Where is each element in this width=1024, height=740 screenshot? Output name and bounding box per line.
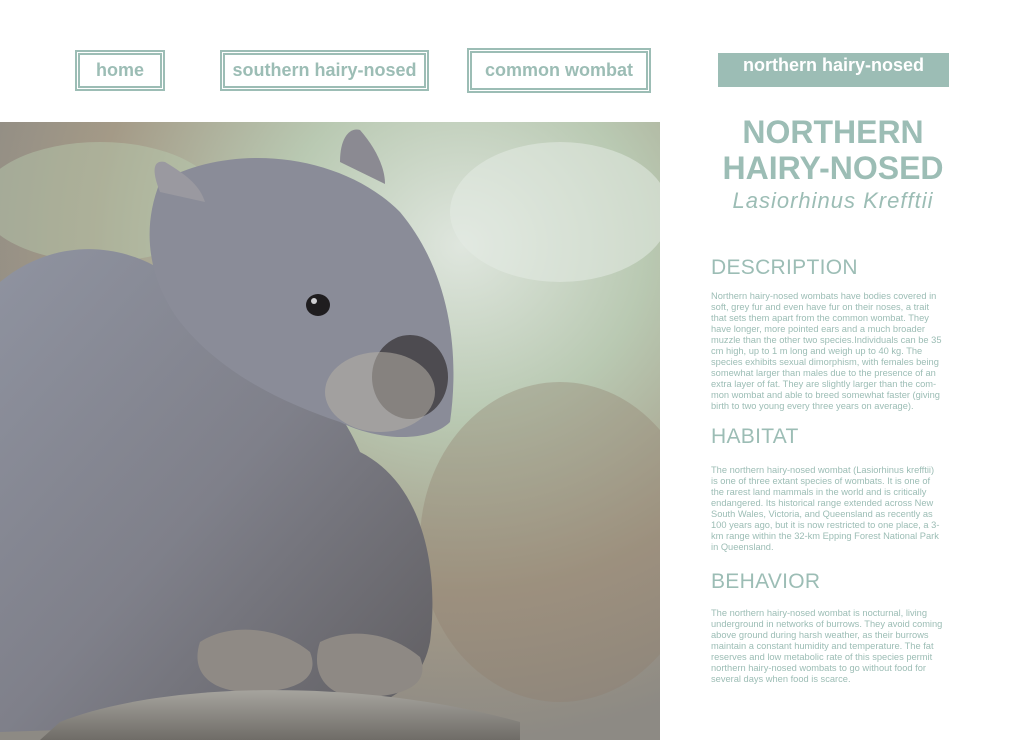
- species-title-line2: HAIRY-NOSED: [722, 150, 944, 186]
- behavior-text: The northern hairy-nosed wombat is noctu…: [711, 608, 943, 684]
- nav-common-button[interactable]: common wombat: [467, 48, 651, 93]
- nav-common-label: common wombat: [484, 60, 633, 80]
- behavior-heading: BEHAVIOR: [711, 570, 821, 593]
- species-latin-name: Lasiorhinus Krefftii: [732, 188, 934, 213]
- description-text: Northern hairy-nosed wombats have bodies…: [711, 291, 942, 411]
- habitat-heading: HABITAT: [711, 425, 799, 448]
- nav-northern-label: northern hairy-nosed: [742, 54, 925, 75]
- nav-northern-button[interactable]: northern hairy-nosed: [718, 53, 949, 87]
- nav-southern-button[interactable]: southern hairy-nosed: [220, 50, 429, 91]
- species-title-line1: NORTHERN: [742, 114, 924, 150]
- nav-home-button[interactable]: home: [75, 50, 165, 91]
- description-heading: DESCRIPTION: [711, 256, 858, 279]
- nav-home-label: home: [95, 60, 144, 80]
- wombat-photo: [0, 122, 660, 740]
- habitat-text: The northern hairy-nosed wombat (Lasiorh…: [711, 465, 940, 552]
- species-header: NORTHERN HAIRY-NOSED Lasiorhinus Kreffti…: [698, 114, 968, 214]
- nav-southern-label: southern hairy-nosed: [232, 60, 417, 80]
- wombat-illustration: [0, 122, 660, 740]
